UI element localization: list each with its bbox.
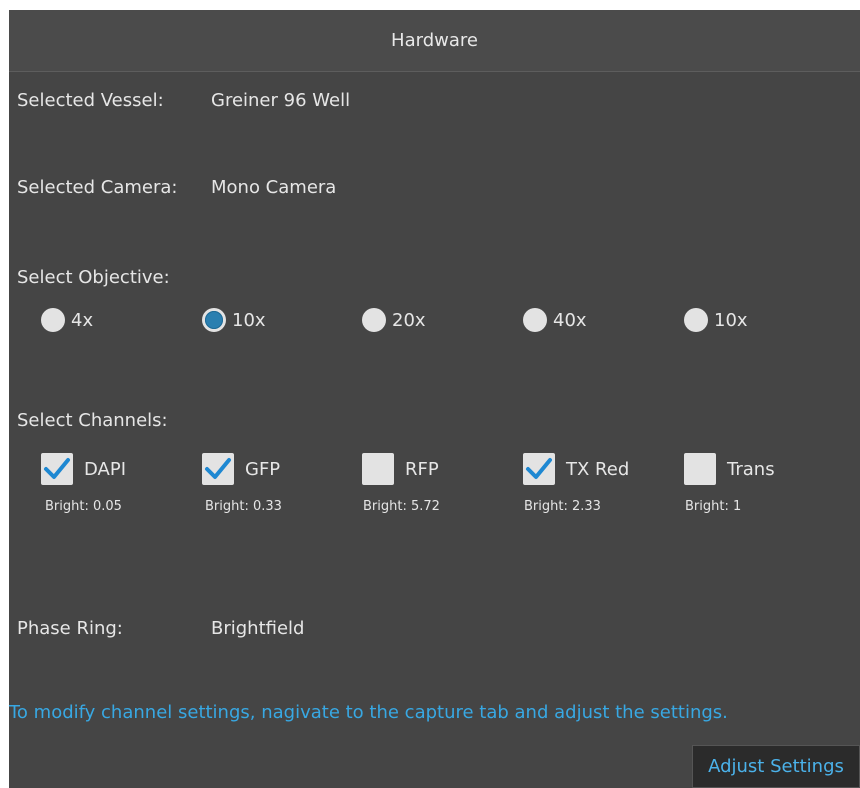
channel-label: DAPI (84, 458, 127, 480)
vessel-value: Greiner 96 Well (211, 90, 351, 111)
channel-label: TX Red (566, 458, 630, 480)
channel-checkbox-dapi[interactable]: DAPI (41, 453, 126, 485)
radio-button-icon[interactable] (523, 308, 547, 332)
objective-label: Select Objective: (17, 267, 170, 288)
hardware-panel: Hardware Selected Vessel: Greiner 96 Wel… (9, 10, 860, 788)
objective-option-4x[interactable]: 4x (41, 308, 93, 332)
objective-option-label: 10x (232, 309, 266, 331)
objective-option-10x[interactable]: 10x (202, 308, 266, 332)
info-message: To modify channel settings, nagivate to … (9, 702, 728, 723)
panel-title: Hardware (9, 10, 860, 72)
objective-option-40x[interactable]: 40x (523, 308, 587, 332)
objective-option-label: 20x (392, 309, 426, 331)
channel-checkbox-rfp[interactable]: RFP (362, 453, 439, 485)
checkbox-icon[interactable] (362, 453, 394, 485)
adjust-settings-button[interactable]: Adjust Settings (692, 745, 860, 788)
phase-ring-value: Brightfield (211, 618, 305, 639)
checkbox-icon[interactable] (41, 453, 73, 485)
panel-title-text: Hardware (391, 30, 478, 51)
objective-option-label: 4x (71, 309, 94, 331)
radio-button-icon[interactable] (684, 308, 708, 332)
radio-button-icon[interactable] (41, 308, 65, 332)
channel-label: GFP (245, 458, 281, 480)
checkbox-icon[interactable] (684, 453, 716, 485)
phase-ring-label: Phase Ring: (17, 618, 123, 639)
camera-value: Mono Camera (211, 177, 337, 198)
checkmark-icon (526, 458, 552, 479)
objective-option-label: 40x (553, 309, 587, 331)
radio-button-icon[interactable] (202, 308, 226, 332)
channels-label: Select Channels: (17, 410, 168, 431)
checkbox-icon[interactable] (523, 453, 555, 485)
channel-checkbox-gfp[interactable]: GFP (202, 453, 280, 485)
adjust-settings-label: Adjust Settings (708, 756, 844, 777)
objective-option-20x[interactable]: 20x (362, 308, 426, 332)
checkmark-icon (44, 458, 70, 479)
channel-checkbox-tx-red[interactable]: TX Red (523, 453, 629, 485)
checkmark-icon (205, 458, 231, 479)
channel-label: RFP (405, 458, 439, 480)
vessel-label: Selected Vessel: (17, 90, 164, 111)
objective-option-10x-alt[interactable]: 10x (684, 308, 748, 332)
channel-checkbox-trans[interactable]: Trans (684, 453, 775, 485)
checkbox-icon[interactable] (202, 453, 234, 485)
channel-brightness: Bright: 0.33 (205, 499, 282, 514)
channel-brightness: Bright: 5.72 (363, 499, 440, 514)
channel-brightness: Bright: 2.33 (524, 499, 601, 514)
channel-label: Trans (727, 458, 775, 480)
radio-button-icon[interactable] (362, 308, 386, 332)
channel-brightness: Bright: 0.05 (45, 499, 122, 514)
objective-option-label: 10x (714, 309, 748, 331)
channel-brightness: Bright: 1 (685, 499, 742, 514)
camera-label: Selected Camera: (17, 177, 178, 198)
